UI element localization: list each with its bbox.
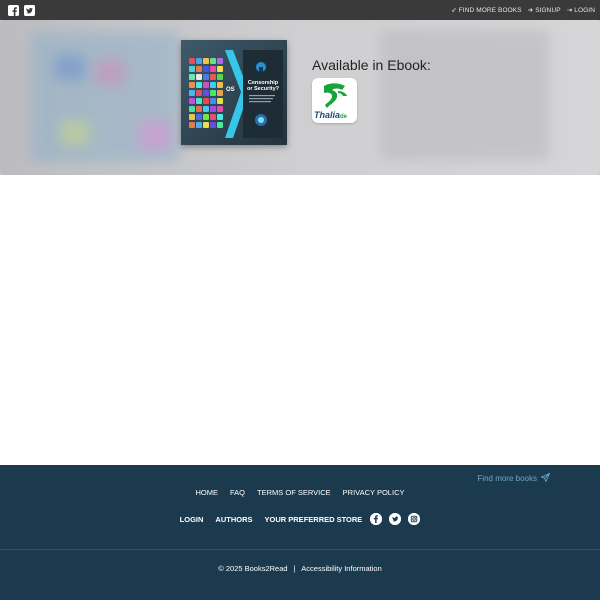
- footer-faq-link[interactable]: FAQ: [230, 488, 245, 497]
- social-links: [8, 4, 35, 16]
- background-blur: [60, 120, 90, 145]
- sign-in-icon: ⇥: [566, 7, 573, 14]
- footer-login-link[interactable]: LOGIN: [180, 515, 204, 524]
- book-cover[interactable]: OS Censorship or Security?: [181, 40, 287, 145]
- paper-plane-icon: [540, 472, 551, 484]
- hero-banner: OS Censorship or Security? Available in …: [0, 20, 600, 175]
- footer-social-icons: [370, 513, 421, 525]
- instagram-icon[interactable]: [408, 513, 421, 525]
- twitter-square-icon[interactable]: [24, 4, 35, 16]
- footer-authors-link[interactable]: AUTHORS: [215, 515, 252, 524]
- footer-separator: |: [293, 564, 296, 573]
- top-bar: ➶ FIND MORE BOOKS ➜ SIGNUP ⇥ LOGIN: [0, 0, 600, 20]
- footer: Find more books HOME FAQ TERMS OF SERVIC…: [0, 465, 600, 600]
- background-blur: [140, 120, 170, 150]
- cover-side-label: OS: [226, 87, 235, 93]
- available-in-ebook-heading: Available in Ebook:: [312, 57, 431, 73]
- footer-preferred-store-link[interactable]: YOUR PREFERRED STORE: [265, 515, 363, 524]
- paper-plane-icon: ➶: [451, 7, 457, 14]
- twitter-icon[interactable]: [389, 513, 402, 525]
- footer-find-more-link[interactable]: Find more books: [477, 472, 551, 484]
- store-name: Thalia: [314, 110, 341, 120]
- top-nav: ➶ FIND MORE BOOKS ➜ SIGNUP ⇥ LOGIN: [451, 6, 595, 15]
- store-button-thalia[interactable]: Thaliade: [312, 78, 357, 123]
- accessibility-link[interactable]: Accessibility Information: [301, 564, 381, 573]
- facebook-square-icon[interactable]: [8, 4, 19, 16]
- footer-terms-link[interactable]: TERMS OF SERVICE: [257, 488, 331, 497]
- footer-copyright: © 2025 Books2Read | Accessibility Inform…: [0, 564, 600, 573]
- store-suffix: de: [340, 114, 348, 120]
- cover-title: Censorship or Security?: [246, 80, 280, 92]
- background-blur: [55, 55, 85, 80]
- footer-links: HOME FAQ TERMS OF SERVICE PRIVACY POLICY: [0, 488, 600, 497]
- footer-privacy-link[interactable]: PRIVACY POLICY: [343, 488, 405, 497]
- login-link[interactable]: ⇥ LOGIN: [566, 6, 595, 15]
- background-blur: [380, 30, 550, 160]
- footer-secondary-links: LOGIN AUTHORS YOUR PREFERRED STORE: [0, 513, 600, 525]
- arrow-right-icon: ➜: [527, 7, 534, 14]
- footer-divider: [0, 549, 600, 550]
- find-more-books-link[interactable]: ➶ FIND MORE BOOKS: [451, 6, 521, 15]
- facebook-icon[interactable]: [370, 513, 383, 525]
- signup-link[interactable]: ➜ SIGNUP: [527, 6, 561, 15]
- background-blur: [95, 60, 125, 85]
- footer-home-link[interactable]: HOME: [196, 488, 219, 497]
- copyright-text: © 2025 Books2Read: [218, 564, 288, 573]
